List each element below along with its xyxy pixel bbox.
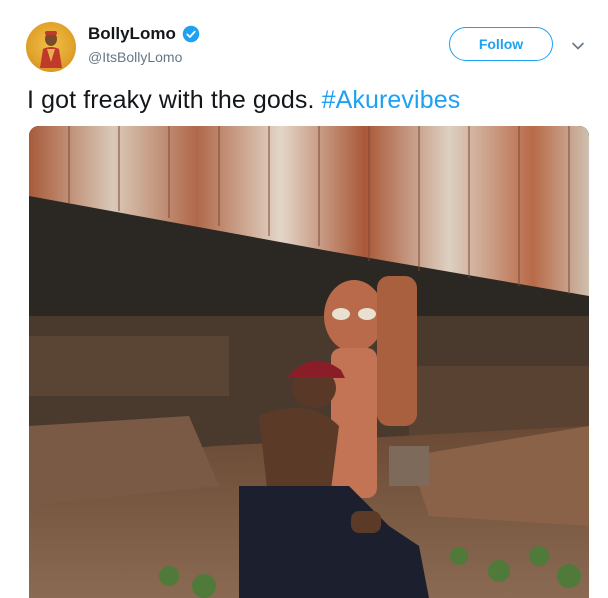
author-name-row: BollyLomo — [88, 24, 200, 44]
tweet-card: BollyLomo @ItsBollyLomo Follow I got fre… — [0, 0, 608, 598]
user-handle[interactable]: @ItsBollyLomo — [88, 49, 200, 65]
avatar[interactable] — [26, 22, 76, 72]
verified-badge-icon — [182, 25, 200, 43]
avatar-image — [40, 31, 62, 68]
author-block: BollyLomo @ItsBollyLomo — [88, 24, 200, 65]
tweet-photo[interactable] — [29, 126, 589, 598]
tweet-text-body: I got freaky with the gods. — [27, 86, 322, 114]
display-name[interactable]: BollyLomo — [88, 24, 176, 44]
chevron-down-icon[interactable] — [570, 38, 586, 54]
tweet-text: I got freaky with the gods. #Akurevibes — [27, 86, 460, 115]
photo-illustration — [29, 126, 589, 598]
follow-button[interactable]: Follow — [449, 27, 553, 61]
hashtag-link[interactable]: #Akurevibes — [322, 86, 461, 114]
